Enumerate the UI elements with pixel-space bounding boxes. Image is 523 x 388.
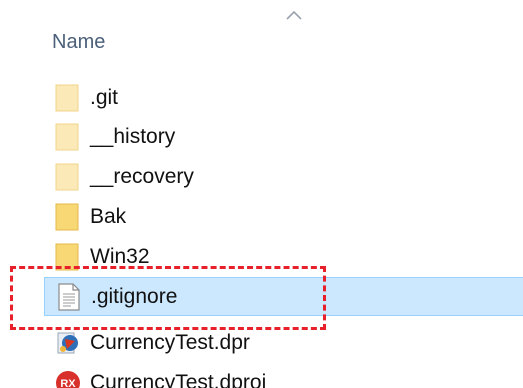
file-name: CurrencyTest.dpr: [90, 330, 250, 354]
file-name: __recovery: [90, 164, 194, 188]
text-file-icon: [55, 282, 83, 312]
rad-studio-project-icon: RX: [54, 368, 82, 388]
column-header-name[interactable]: Name: [44, 28, 514, 56]
list-item-bak[interactable]: Bak: [44, 197, 523, 236]
list-item-recovery[interactable]: __recovery: [44, 157, 523, 196]
list-item-history[interactable]: __history: [44, 117, 523, 156]
project-badge-text: RX: [60, 378, 76, 388]
file-name: CurrencyTest.dproj: [90, 370, 267, 388]
sort-ascending-icon: [286, 10, 302, 20]
folder-icon: [54, 162, 82, 192]
file-name: .git: [90, 85, 119, 109]
file-name: .gitignore: [91, 284, 178, 308]
list-item-git[interactable]: .git: [44, 78, 523, 117]
list-item-currencytest-dproj[interactable]: RX CurrencyTest.dproj: [44, 363, 523, 388]
list-item-gitignore[interactable]: .gitignore: [44, 277, 523, 316]
column-header-label: Name: [52, 30, 106, 53]
file-name: Win32: [90, 244, 150, 268]
list-item-currencytest-dpr[interactable]: CurrencyTest.dpr: [44, 323, 523, 362]
folder-icon: [54, 242, 82, 272]
file-name: __history: [90, 124, 176, 148]
folder-icon: [54, 122, 82, 152]
folder-icon: [54, 202, 82, 232]
file-name: Bak: [90, 204, 127, 228]
file-explorer-view: Name .git __history __recovery Bak Win32…: [0, 0, 523, 388]
delphi-project-icon: [54, 328, 82, 358]
folder-icon: [54, 83, 82, 113]
list-item-win32[interactable]: Win32: [44, 237, 523, 276]
